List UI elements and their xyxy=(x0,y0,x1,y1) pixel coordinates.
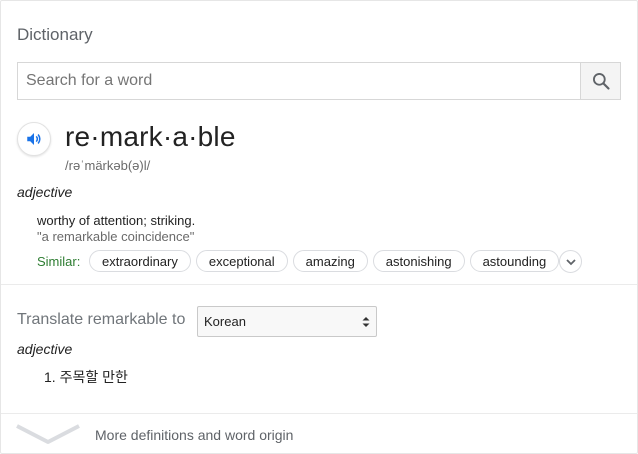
speaker-icon xyxy=(27,133,41,145)
phonetic: /rəˈmärkəb(ə)l/ xyxy=(65,158,151,173)
example: "a remarkable coincidence" xyxy=(37,229,195,244)
search-box xyxy=(17,62,621,100)
similar-chip[interactable]: astonishing xyxy=(372,250,465,272)
similar-label: Similar: xyxy=(37,254,81,269)
similar-chip[interactable]: exceptional xyxy=(195,250,288,272)
search-icon xyxy=(592,73,610,90)
expand-similar-button[interactable] xyxy=(559,250,582,273)
divider xyxy=(1,284,637,285)
translate-label: Translate remarkable to xyxy=(17,311,186,328)
dictionary-card: Dictionary re·mark·a·ble /rəˈmärkəb(ə)l/… xyxy=(0,0,638,454)
divider xyxy=(1,413,637,414)
part-of-speech: adjective xyxy=(17,184,73,200)
language-select[interactable]: Korean xyxy=(197,306,377,337)
dictionary-title: Dictionary xyxy=(17,25,93,44)
more-definitions-link[interactable]: More definitions and word origin xyxy=(95,427,293,443)
translation-item: 1. 주목할 만한 xyxy=(44,369,128,385)
similar-chip[interactable]: astounding xyxy=(469,250,560,272)
definition: worthy of attention; striking. xyxy=(37,213,196,228)
search-input[interactable] xyxy=(18,63,580,99)
chevron-down-icon[interactable] xyxy=(15,422,81,446)
language-select-value: Korean xyxy=(204,314,246,329)
search-button[interactable] xyxy=(580,63,620,99)
similar-chips: extraordinary exceptional amazing astoni… xyxy=(89,250,560,272)
translation-part-of-speech: adjective xyxy=(17,341,73,357)
headword: re·mark·a·ble xyxy=(65,121,236,152)
similar-chip[interactable]: extraordinary xyxy=(89,250,191,272)
chevron-down-icon xyxy=(565,258,576,265)
pronunciation-button[interactable] xyxy=(17,122,51,156)
select-arrows-icon xyxy=(362,316,370,327)
similar-chip[interactable]: amazing xyxy=(292,250,368,272)
